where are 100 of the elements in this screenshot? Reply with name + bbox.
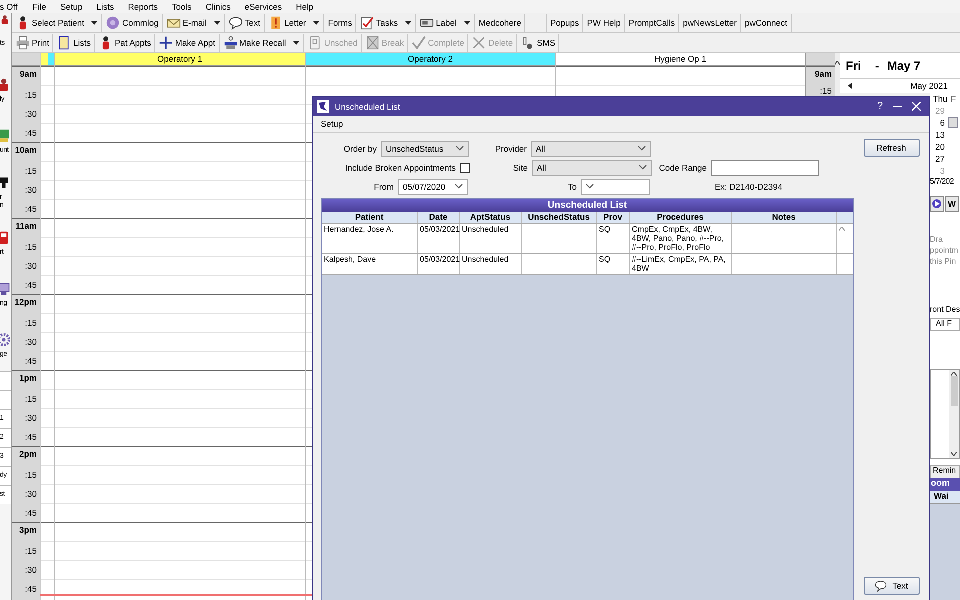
field-label: From (373, 182, 395, 192)
grid-title: Unscheduled List (322, 199, 853, 212)
speech-bubble-icon (228, 16, 243, 30)
operatory-header: Operatory 1 (55, 53, 305, 66)
checkbox-label: Include Broken Appointments (344, 162, 457, 172)
time-label: 9am (814, 69, 832, 79)
arrow-button[interactable] (930, 196, 944, 212)
table-cell: CmpEx, CmpEx, 4BW, 4BW, Pano, Pano, #--Pro, #--Pro, ProFlo, ProFlo (630, 224, 732, 253)
toolbar-button[interactable]: Popups (546, 14, 584, 32)
panel-title: oom (930, 478, 960, 491)
column-header[interactable]: Patient (322, 212, 418, 223)
column-header[interactable]: AptStatus (460, 212, 522, 223)
column-header: Wai (930, 491, 960, 504)
monitor-icon (0, 282, 11, 296)
date-separator: - (875, 58, 880, 72)
chevron-icon (586, 184, 594, 189)
field-label: Order by (342, 144, 378, 154)
disc-icon (106, 16, 120, 30)
check-icon (412, 36, 426, 50)
column-header[interactable]: Procedures (630, 212, 732, 223)
toolbar-button[interactable]: pwConnect (742, 14, 792, 32)
menu-item[interactable]: Tools (164, 2, 199, 12)
help-button[interactable]: ? (877, 101, 883, 112)
menu-item[interactable]: Help (289, 2, 321, 12)
calendar-day[interactable]: 13 (930, 129, 948, 141)
menu-item[interactable]: Setup (321, 119, 344, 129)
hint-text: Ex: D2140-D2394 (715, 182, 783, 192)
toolbar-button[interactable]: Commlog (103, 14, 163, 32)
window-title: Unscheduled List (335, 102, 400, 112)
cross-icon (472, 36, 486, 50)
toolbar-button[interactable]: PW Help (584, 14, 625, 32)
printer-icon (16, 36, 30, 50)
pinboard-text: Dra (930, 234, 944, 245)
toolbar-button[interactable]: PromptCalls (626, 14, 680, 32)
menu-item[interactable]: Reports (121, 2, 165, 12)
previous-month-icon[interactable] (848, 83, 852, 89)
chevron-icon (456, 146, 464, 151)
week-button[interactable]: W (945, 196, 959, 212)
alert-icon (268, 16, 283, 30)
dropdown-field[interactable]: UnschedStatus (381, 140, 469, 156)
menu-item[interactable]: Setup (54, 2, 90, 12)
toolbar-button[interactable]: Label (417, 14, 475, 32)
text-button[interactable]: Text (864, 577, 920, 595)
scroll-up-icon[interactable] (835, 61, 840, 65)
dropdown-field[interactable] (581, 178, 650, 194)
toolbar-button[interactable]: Lists (54, 34, 95, 52)
table-cell: Kalpesh, Dave (322, 254, 418, 274)
operatory-header: Hygiene Op 1 (556, 53, 805, 66)
selected-day-marker[interactable] (948, 117, 958, 128)
toolbar-button[interactable]: Tasks (357, 14, 416, 32)
code-range-field[interactable] (711, 160, 819, 176)
toolbar-button[interactable]: Medcohere (476, 14, 526, 32)
calendar-day[interactable]: 27 (930, 153, 948, 165)
toolbar-button[interactable]: Make Recall (220, 34, 304, 52)
column-header[interactable]: Notes (732, 212, 837, 223)
toolbar-button[interactable]: SMS (518, 34, 560, 52)
dropdown-field[interactable]: All (532, 160, 652, 176)
dropdown-field[interactable]: 05/07/2020 (398, 178, 468, 194)
person-icon (0, 15, 10, 25)
table-cell: 05/03/2021 (418, 224, 460, 253)
dropdown-field[interactable]: All (531, 140, 651, 156)
toolbar-button[interactable]: Print (13, 34, 54, 52)
table-cell: Unscheduled (460, 254, 522, 274)
menu-item[interactable]: Lists (90, 2, 122, 12)
calendar-day[interactable]: 20 (930, 141, 948, 153)
table-cell: SQ (597, 224, 630, 253)
toolbar-button[interactable]: pwNewsLetter (680, 14, 741, 32)
column-header[interactable]: Prov (597, 212, 630, 223)
toolbar-button[interactable]: Select Patient (13, 14, 102, 32)
toolbar-button[interactable]: Text (226, 14, 265, 32)
clipboard-icon (308, 36, 322, 50)
person-icon (0, 78, 11, 92)
calendar-day[interactable]: 6 (930, 117, 948, 129)
time-label: :15 (820, 86, 832, 96)
filter-field[interactable]: All F (930, 318, 960, 331)
toolbar-button[interactable]: Pat Appts (96, 34, 156, 52)
field-label: Provider (494, 144, 528, 154)
menu-item[interactable]: Clinics (198, 2, 238, 12)
menu-item[interactable]: eServices (238, 2, 290, 12)
column-header[interactable]: Date (418, 212, 460, 223)
menu-item[interactable]: File (26, 2, 54, 12)
column-header[interactable]: UnschedStatus (522, 212, 597, 223)
table-cell: Unscheduled (460, 224, 522, 253)
minimize-icon[interactable] (893, 106, 902, 108)
checkbox[interactable] (460, 162, 470, 172)
toolbar-button[interactable]: Letter (266, 14, 324, 32)
reminder-tab[interactable]: Remin (930, 465, 960, 478)
toolbar-button[interactable]: E-mail (164, 14, 225, 32)
field-label: Code Range (658, 162, 708, 172)
chevron-icon (638, 146, 646, 151)
view-label: ront Des (930, 305, 960, 314)
menu-item[interactable]: s Off (0, 2, 18, 12)
table-cell: 05/03/2021 (418, 254, 460, 274)
toolbar-button[interactable]: Make Appt (156, 34, 220, 52)
toolbar-button[interactable]: Forms (325, 14, 356, 32)
weekday-header: F (950, 93, 958, 105)
refresh-button[interactable]: Refresh (864, 139, 920, 157)
operatory-header: Operatory 2 (306, 53, 555, 66)
list-box[interactable] (930, 369, 960, 459)
close-icon[interactable] (912, 102, 921, 111)
